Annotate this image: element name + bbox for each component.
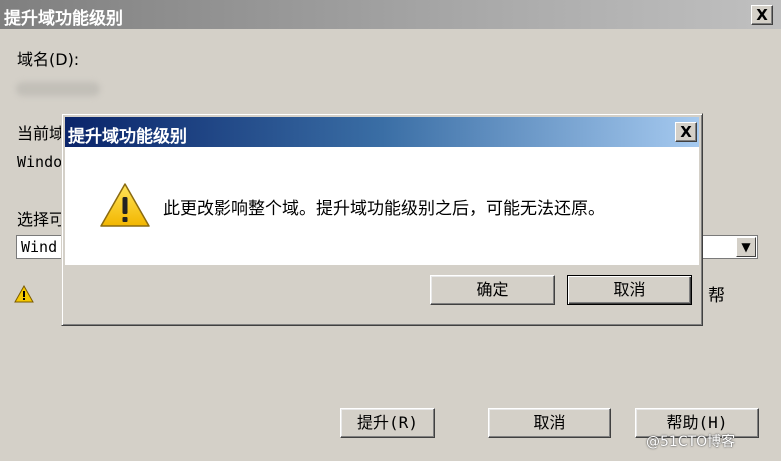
watermark: @51CTO博客 (646, 434, 736, 450)
modal-close-button[interactable]: X (675, 122, 697, 142)
outer-close-button[interactable]: X (751, 5, 773, 25)
domain-name-label: 域名(D): (17, 50, 80, 69)
modal-title-bar: 提升域功能级别 X (65, 117, 699, 147)
help-text-fragment: 帮 (708, 286, 725, 306)
modal-message: 此更改影响整个域。提升域功能级别之后，可能无法还原。 (163, 199, 605, 219)
outer-title: 提升域功能级别 (4, 9, 123, 29)
current-level-label: 当前域 (17, 124, 66, 143)
confirm-dialog: 提升域功能级别 X 此更改影响整个域。提升域功能级别之后，可能无法还原。 确定 … (61, 113, 703, 326)
outer-cancel-button[interactable]: 取消 (488, 408, 611, 438)
current-level-value: Windo (17, 153, 63, 171)
select-level-label: 选择可 (17, 210, 66, 229)
modal-title: 提升域功能级别 (68, 127, 187, 147)
domain-name-value-blurred (16, 82, 100, 96)
modal-cancel-button[interactable]: 取消 (567, 275, 692, 305)
chevron-down-icon[interactable]: ▼ (736, 237, 756, 257)
warning-icon (100, 183, 150, 227)
warning-icon (14, 285, 34, 303)
raise-button[interactable]: 提升(R) (340, 408, 435, 438)
level-select-value: Wind (21, 238, 58, 256)
outer-title-bar: 提升域功能级别 X (0, 0, 781, 29)
ok-button[interactable]: 确定 (430, 275, 555, 305)
modal-body: 此更改影响整个域。提升域功能级别之后，可能无法还原。 (65, 147, 699, 265)
